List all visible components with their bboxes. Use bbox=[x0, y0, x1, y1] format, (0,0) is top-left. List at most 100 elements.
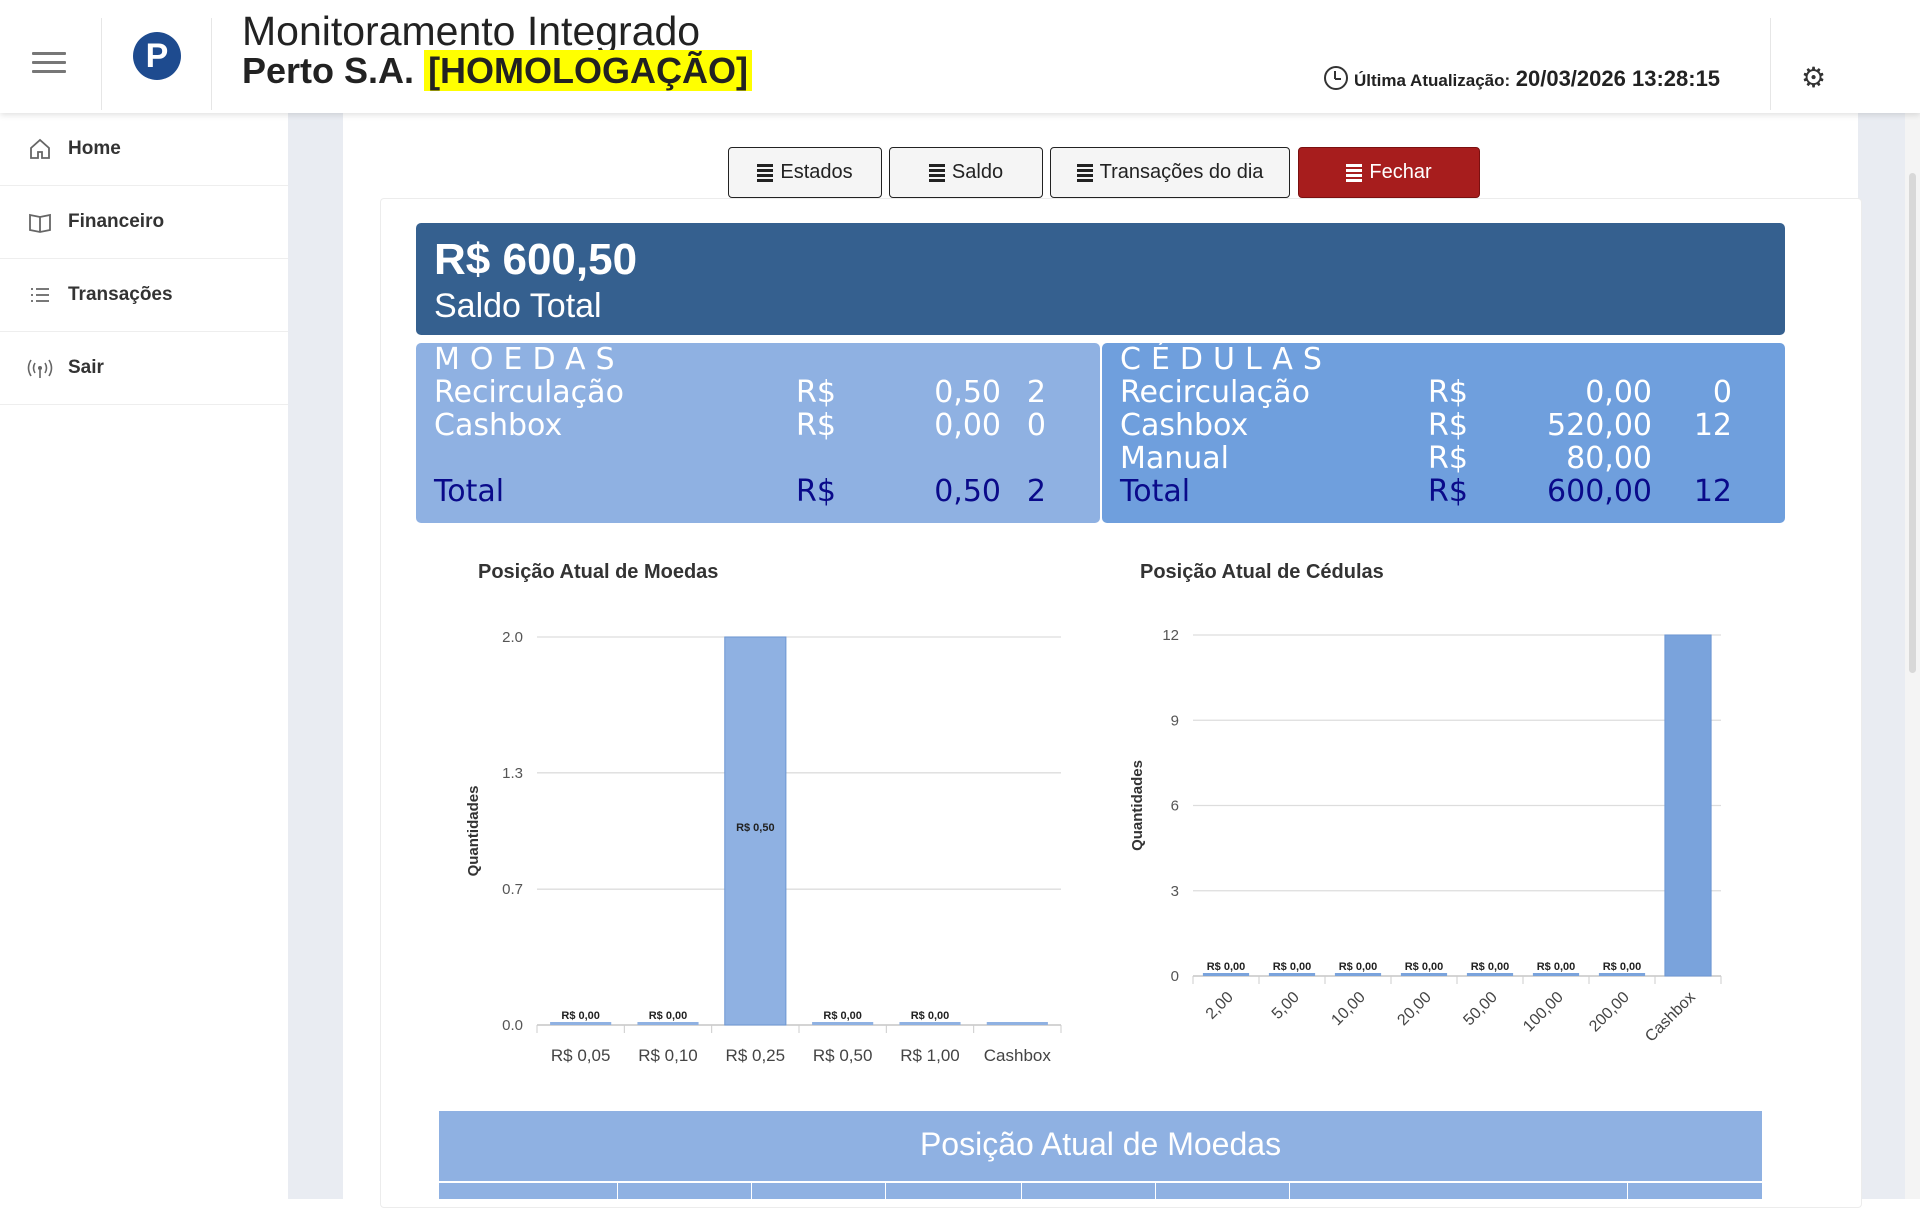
moedas-table-header-row bbox=[439, 1181, 1762, 1201]
x-tick-label: 100,00 bbox=[1520, 989, 1567, 1036]
x-tick-label: Cashbox bbox=[1642, 989, 1699, 1046]
row-qty: 0 bbox=[1026, 408, 1046, 443]
sidebar-item-label: Financeiro bbox=[68, 211, 165, 232]
cedulas-row: Manual R$ 80,00 bbox=[1102, 442, 1785, 475]
transacoes-button[interactable]: Transações do dia bbox=[1050, 147, 1290, 198]
y-tick-label: 9 bbox=[1171, 712, 1179, 729]
sidebar-item-transacoes[interactable]: Transações bbox=[0, 259, 288, 332]
bar bbox=[812, 1022, 874, 1025]
moedas-bar-chart: 0.0 0.7 1.3 2.0 Quantidades R$ 0,00 R$ 0,05 R$ … bbox=[465, 629, 1062, 1065]
saldo-button[interactable]: Saldo bbox=[889, 147, 1043, 198]
moedas-header: MOEDAS bbox=[434, 342, 625, 377]
cedulas-bar-chart: 0 3 6 9 12 Quantidades R$ 0,00 2,00 R$ 0,00 5,00 R… bbox=[1129, 627, 1722, 1046]
sidebar-item-label: Sair bbox=[68, 357, 104, 378]
row-value: 520,00 bbox=[1547, 408, 1652, 443]
saldo-total-amount: R$ 600,50 bbox=[434, 235, 638, 284]
x-tick-label: R$ 0,10 bbox=[638, 1046, 698, 1065]
moedas-row: Recirculação R$ 0,50 2 bbox=[416, 376, 1100, 409]
x-tick-label: 5,00 bbox=[1269, 989, 1303, 1023]
bar bbox=[550, 1022, 612, 1025]
data-label: R$ 0,00 bbox=[1537, 961, 1576, 973]
row-currency: R$ bbox=[1428, 408, 1468, 443]
data-label: R$ 0,00 bbox=[911, 1010, 950, 1022]
fechar-button[interactable]: Fechar bbox=[1298, 147, 1480, 198]
row-qty: 0 bbox=[1712, 375, 1732, 410]
y-tick-label: 6 bbox=[1171, 798, 1179, 815]
bar bbox=[1334, 973, 1382, 976]
data-label: R$ 0,00 bbox=[649, 1010, 688, 1022]
y-axis-label: Quantidades bbox=[465, 786, 482, 877]
bar bbox=[1202, 973, 1250, 976]
top-header: P Monitoramento Integrado Perto S.A. [HO… bbox=[0, 0, 1920, 113]
data-label: R$ 0,50 bbox=[736, 822, 775, 834]
data-label: R$ 0,00 bbox=[1405, 961, 1444, 973]
row-qty: 2 bbox=[1026, 375, 1046, 410]
row-currency: R$ bbox=[1428, 441, 1468, 476]
row-label: Recirculação bbox=[434, 375, 624, 410]
moedas-summary: MOEDAS Recirculação R$ 0,50 2 Cashbox R$… bbox=[416, 343, 1100, 523]
row-value: 0,50 bbox=[934, 375, 1001, 410]
data-label: R$ 0,00 bbox=[1273, 961, 1312, 973]
sidebar: Home Financeiro Transações Sair bbox=[0, 113, 288, 1199]
list-icon bbox=[757, 162, 774, 184]
sidebar-item-sair[interactable]: Sair bbox=[0, 332, 288, 405]
cedulas-total-row: Total R$ 600,00 12 bbox=[1102, 475, 1785, 508]
last-update: Última Atualização: 20/03/2026 13:28:15 bbox=[1324, 66, 1720, 92]
data-label: R$ 0,00 bbox=[823, 1010, 862, 1022]
total-qty: 2 bbox=[1026, 474, 1046, 509]
row-label: Cashbox bbox=[1120, 408, 1249, 443]
data-label: R$ 0,00 bbox=[1339, 961, 1378, 973]
row-value: 0,00 bbox=[934, 408, 1001, 443]
row-currency: R$ bbox=[796, 375, 836, 410]
moedas-table-title: Posição Atual de Moedas bbox=[439, 1111, 1762, 1181]
scrollbar[interactable] bbox=[1905, 113, 1920, 1199]
cedulas-chart-title: Posição Atual de Cédulas bbox=[1140, 561, 1384, 583]
last-update-value: 20/03/2026 13:28:15 bbox=[1515, 66, 1721, 91]
y-tick-label: 2.0 bbox=[502, 629, 523, 646]
x-tick-label: R$ 0,25 bbox=[726, 1046, 786, 1065]
moedas-row: Cashbox R$ 0,00 0 bbox=[416, 409, 1100, 442]
x-tick-label: Cashbox bbox=[984, 1046, 1052, 1065]
list-icon bbox=[1346, 162, 1363, 184]
saldo-total-box: R$ 600,50 Saldo Total bbox=[416, 223, 1785, 335]
signal-icon bbox=[26, 354, 54, 382]
cedulas-header: CÉDULAS bbox=[1120, 342, 1332, 377]
y-tick-label: 12 bbox=[1162, 627, 1179, 644]
data-label: R$ 0,00 bbox=[561, 1010, 600, 1022]
environment-badge: [HOMOLOGAÇÃO] bbox=[424, 50, 753, 91]
total-label: Total bbox=[434, 474, 505, 509]
bar bbox=[1400, 973, 1448, 976]
y-tick-label: 0 bbox=[1171, 968, 1179, 985]
estados-button[interactable]: Estados bbox=[728, 147, 882, 198]
row-currency: R$ bbox=[796, 408, 836, 443]
list-icon bbox=[26, 281, 54, 309]
x-tick-label: 2,00 bbox=[1203, 989, 1237, 1023]
bar bbox=[1532, 973, 1580, 976]
bar bbox=[899, 1022, 961, 1025]
gear-icon[interactable]: ⚙ bbox=[1801, 64, 1826, 92]
y-tick-label: 3 bbox=[1171, 883, 1179, 900]
total-currency: R$ bbox=[1428, 474, 1468, 509]
company-title: Perto S.A. [HOMOLOGAÇÃO] bbox=[242, 50, 753, 92]
company-logo: P bbox=[133, 32, 181, 80]
clock-icon bbox=[1324, 66, 1348, 90]
scrollbar-thumb[interactable] bbox=[1909, 173, 1916, 673]
bar bbox=[986, 1022, 1048, 1025]
x-tick-label: R$ 1,00 bbox=[900, 1046, 960, 1065]
x-tick-label: 200,00 bbox=[1586, 989, 1633, 1036]
saldo-total-label: Saldo Total bbox=[434, 287, 602, 325]
row-label: Recirculação bbox=[1120, 375, 1310, 410]
hamburger-menu-icon[interactable] bbox=[32, 52, 66, 76]
last-update-label: Última Atualização: bbox=[1354, 71, 1511, 90]
header-divider bbox=[1770, 18, 1771, 110]
x-tick-label: 50,00 bbox=[1460, 989, 1500, 1029]
header-divider bbox=[101, 18, 102, 110]
cedulas-row: Cashbox R$ 520,00 12 bbox=[1102, 409, 1785, 442]
cedulas-row: Recirculação R$ 0,00 0 bbox=[1102, 376, 1785, 409]
bar bbox=[637, 1022, 699, 1025]
bar bbox=[1598, 973, 1646, 976]
total-value: 0,50 bbox=[934, 474, 1001, 509]
list-icon bbox=[1076, 162, 1093, 184]
row-currency: R$ bbox=[1428, 375, 1468, 410]
row-label: Cashbox bbox=[434, 408, 563, 443]
